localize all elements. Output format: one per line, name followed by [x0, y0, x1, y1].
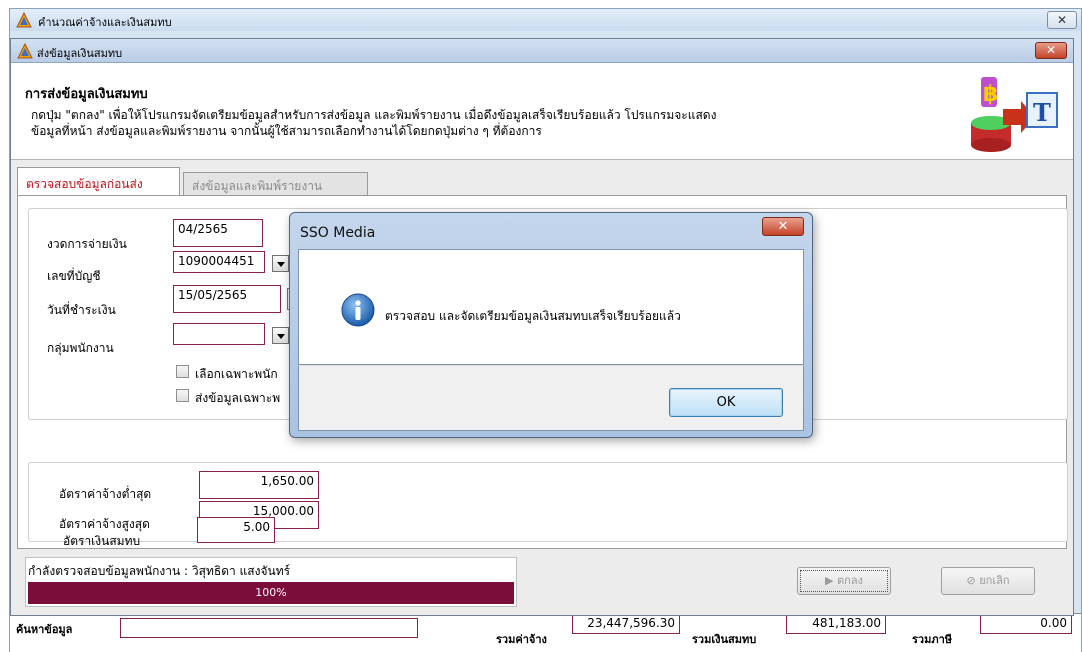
pay-date-label: วันที่ชำระเงิน	[47, 303, 116, 317]
instruction-line-1: กดปุ่ม "ตกลง" เพื่อให้โปรแกรมจัดเตรียมข้…	[31, 108, 717, 122]
contribution-rate-label: อัตราเงินสมทบ	[63, 534, 141, 548]
info-icon	[341, 293, 375, 327]
period-field[interactable]: 04/2565	[173, 219, 263, 247]
progress-label: 100%	[255, 586, 287, 599]
employee-group-label: กลุ่มพนักงาน	[47, 341, 114, 355]
ok-button[interactable]: ▶ ตกลง	[797, 567, 891, 595]
employee-group-dropdown-button[interactable]	[272, 327, 289, 344]
instruction-line-2: ข้อมูลที่หน้า ส่งข้อมูลและพิมพ์รายงาน จา…	[31, 124, 542, 138]
tab-send-report[interactable]: ส่งข้อมูลและพิมพ์รายงาน	[183, 172, 368, 195]
tab-verify[interactable]: ตรวจสอบข้อมูลก่อนส่ง	[17, 167, 180, 195]
play-icon: ▶	[825, 574, 838, 587]
total-contribution-label: รวมเงินสมทบ	[692, 633, 757, 646]
account-label: เลขที่บัญชี	[47, 269, 101, 283]
inner-close-button[interactable]: ✕	[1035, 42, 1067, 59]
cancel-icon: ⊘	[966, 574, 980, 587]
app-logo-icon	[16, 12, 32, 28]
status-text: กำลังตรวจสอบข้อมูลพนักงาน : วิสุทธิดา แส…	[28, 564, 291, 578]
dialog-close-button[interactable]: ✕	[762, 217, 804, 236]
dialog-message: ตรวจสอบ และจัดเตรียมข้อมูลเงินสมทบเสร็จเ…	[385, 309, 681, 323]
cancel-button-label: ยกเลิก	[979, 574, 1010, 587]
employee-group-select[interactable]	[173, 323, 265, 345]
search-label: ค้นหาข้อมูล	[16, 623, 73, 636]
select-employee-label: เลือกเฉพาะพนัก	[195, 367, 278, 381]
min-wage-label: อัตราค่าจ้างต่ำสุด	[59, 487, 152, 501]
outer-close-button[interactable]: ✕	[1047, 11, 1077, 29]
total-tax-value: 0.00	[980, 614, 1072, 634]
total-tax-label: รวมภาษี	[912, 633, 953, 646]
totals-bar: ค้นหาข้อมูล รวมค่าจ้าง 23,447,596.30 รวม…	[10, 613, 1081, 652]
dialog-title: SSO Media	[300, 225, 376, 241]
account-select[interactable]: 1090004451	[173, 251, 265, 273]
send-specific-checkbox[interactable]	[176, 389, 189, 402]
database-transfer-icon: ฿ T	[971, 77, 1058, 152]
select-employee-checkbox[interactable]	[176, 365, 189, 378]
total-contribution-value: 481,183.00	[786, 614, 886, 634]
dialog-ok-button[interactable]: OK	[669, 388, 783, 417]
instruction-text: กดปุ่ม "ตกลง" เพื่อให้โปรแกรมจัดเตรียมข้…	[31, 107, 961, 139]
instruction-header: การส่งข้อมูลเงินสมทบ กดปุ่ม "ตกลง" เพื่อ…	[11, 63, 1073, 160]
dialog-body: ตรวจสอบ และจัดเตรียมข้อมูลเงินสมทบเสร็จเ…	[298, 249, 804, 365]
dialog-footer: OK	[298, 365, 804, 431]
period-label: งวดการจ่ายเงิน	[47, 237, 127, 251]
min-wage-field[interactable]: 1,650.00	[199, 471, 319, 499]
outer-titlebar: คำนวณค่าจ้างและเงินสมทบ ✕	[10, 9, 1081, 31]
total-wage-value: 23,447,596.30	[572, 614, 680, 634]
cancel-button[interactable]: ⊘ ยกเลิก	[941, 567, 1035, 595]
app-logo-icon	[17, 43, 33, 59]
inner-titlebar: ส่งข้อมูลเงินสมทบ ✕	[11, 39, 1073, 63]
pay-date-field[interactable]: 15/05/2565	[173, 285, 281, 313]
svg-text:฿: ฿	[983, 82, 998, 107]
total-wage-label: รวมค่าจ้าง	[496, 633, 547, 646]
svg-text:T: T	[1033, 98, 1051, 127]
contribution-rate-field[interactable]: 5.00	[197, 517, 275, 543]
message-dialog: SSO Media ✕ ตรวจสอบ และจัดเตรียมข้อมูลเง…	[289, 212, 813, 438]
page-title: การส่งข้อมูลเงินสมทบ	[25, 87, 148, 102]
ok-button-label: ตกลง	[837, 574, 863, 587]
account-dropdown-button[interactable]	[272, 255, 289, 272]
outer-window-title: คำนวณค่าจ้างและเงินสมทบ	[38, 16, 172, 29]
status-area: กำลังตรวจสอบข้อมูลพนักงาน : วิสุทธิดา แส…	[25, 557, 517, 607]
inner-window-title: ส่งข้อมูลเงินสมทบ	[37, 47, 123, 60]
send-specific-label: ส่งข้อมูลเฉพาะพ	[195, 391, 281, 405]
progress-bar: 100%	[28, 582, 514, 604]
search-input[interactable]	[120, 618, 418, 638]
rates-group: อัตราค่าจ้างต่ำสุด 1,650.00 อัตราค่าจ้าง…	[28, 462, 1068, 542]
